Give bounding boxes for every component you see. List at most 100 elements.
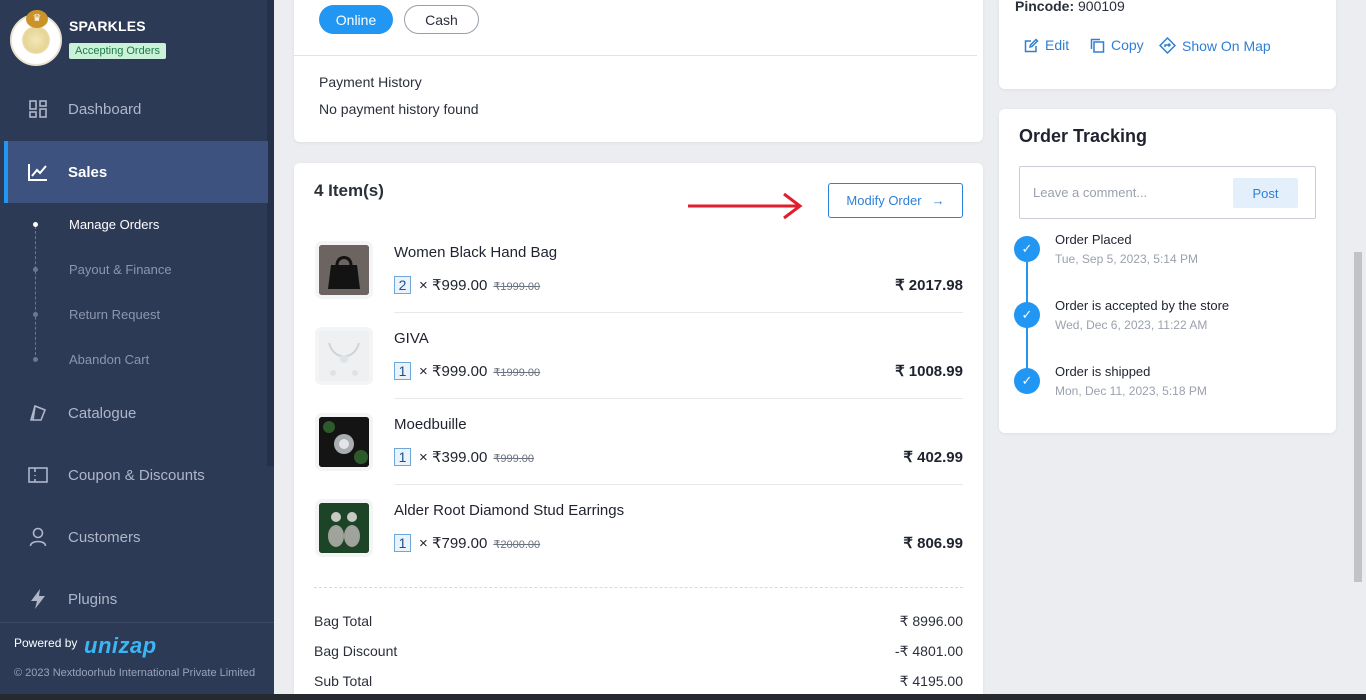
edit-icon [1024, 37, 1039, 52]
item-divider [394, 398, 963, 399]
nav-catalogue[interactable]: Catalogue [4, 382, 268, 444]
item-mrp: ₹999.00 [493, 453, 535, 465]
tracking-event-title: Order is accepted by the store [1055, 298, 1230, 313]
payment-card [294, 0, 983, 142]
post-comment-button[interactable]: Post [1233, 178, 1298, 208]
copy-address-button[interactable]: Copy [1090, 37, 1144, 53]
bag-discount-value: -₹ 4801.00 [894, 643, 963, 659]
item-price-row: × ₹999.00 ₹1999.00 [419, 363, 541, 380]
comment-input[interactable]: Leave a comment... [1033, 185, 1147, 200]
chart-line-icon [28, 162, 48, 182]
submenu-dot [33, 357, 38, 362]
tracking-event-time: Tue, Sep 5, 2023, 5:14 PM [1055, 252, 1198, 266]
summary-divider [314, 587, 963, 588]
nav-label: Sales [68, 163, 108, 181]
subnav-return-request[interactable]: Return Request [69, 307, 160, 322]
check-icon: ✓ [1014, 302, 1040, 328]
payment-method-online[interactable]: Online [319, 5, 393, 34]
item-image-giva[interactable] [319, 331, 369, 381]
submenu-dot [33, 222, 38, 227]
tracking-event-title: Order Placed [1055, 232, 1132, 247]
bolt-icon [28, 589, 48, 609]
item-image-handbag[interactable] [319, 245, 369, 295]
nav-coupons[interactable]: Coupon & Discounts [4, 444, 268, 506]
store-brand: ♛ SPARKLES Accepting Orders [10, 10, 270, 70]
order-tracking-title: Order Tracking [1019, 126, 1148, 146]
user-icon [28, 527, 48, 547]
check-icon: ✓ [1014, 368, 1040, 394]
show-on-map-label: Show On Map [1182, 37, 1271, 54]
nav-dashboard[interactable]: Dashboard [4, 78, 268, 140]
item-qty: 1 [394, 362, 411, 380]
item-price-row: × ₹399.00 ₹999.00 [419, 449, 535, 466]
bag-total-label: Bag Total [314, 613, 373, 629]
sidebar: ♛ SPARKLES Accepting Orders Dashboard Sa… [0, 0, 274, 700]
tracking-event-time: Mon, Dec 11, 2023, 5:18 PM [1055, 384, 1207, 398]
item-name: Women Black Hand Bag [394, 244, 558, 261]
copyright-text: © 2023 Nextdoorhub International Private… [14, 667, 256, 679]
item-price: ₹999.00 [431, 363, 488, 380]
item-divider [394, 312, 963, 313]
item-image-moedbuille[interactable] [319, 417, 369, 467]
item-total: ₹ 806.99 [903, 535, 963, 552]
subnav-manage-orders[interactable]: Manage Orders [69, 217, 159, 232]
window-bottom-edge [0, 694, 1366, 700]
item-mrp: ₹2000.00 [493, 539, 541, 551]
item-qty: 2 [394, 276, 411, 294]
item-price-row: × ₹799.00 ₹2000.00 [419, 535, 541, 552]
sub-total-label: Sub Total [314, 673, 373, 689]
item-price: ₹399.00 [431, 449, 488, 466]
item-total: ₹ 402.99 [903, 449, 963, 466]
modify-order-button[interactable]: Modify Order → [828, 183, 963, 218]
item-name: Moedbuille [394, 416, 467, 433]
coupon-icon [28, 465, 48, 485]
item-mrp: ₹1999.00 [493, 367, 541, 379]
dashboard-icon [28, 99, 48, 119]
subnav-abandon-cart[interactable]: Abandon Cart [69, 352, 149, 367]
tracking-event-time: Wed, Dec 6, 2023, 11:22 AM [1055, 318, 1208, 332]
powered-by-text: Powered by [14, 636, 78, 650]
item-qty: 1 [394, 448, 411, 466]
item-name: GIVA [394, 330, 429, 347]
submenu-connector [35, 226, 36, 360]
copy-icon [1090, 38, 1105, 53]
store-status-badge: Accepting Orders [69, 43, 166, 59]
payment-method-cash[interactable]: Cash [404, 5, 479, 34]
page-scrollbar-thumb[interactable] [1354, 252, 1362, 582]
nav-label: Dashboard [68, 100, 142, 118]
items-count-title: 4 Item(s) [314, 181, 384, 200]
modify-order-label: Modify Order [846, 193, 922, 208]
item-name: Alder Root Diamond Stud Earrings [394, 502, 625, 519]
pincode-label: Pincode: [1015, 0, 1075, 14]
pincode-value: 900109 [1078, 0, 1125, 14]
annotation-arrow [688, 192, 803, 220]
nav-customers[interactable]: Customers [4, 506, 268, 568]
pincode: Pincode: 900109 [1015, 0, 1125, 14]
item-total: ₹ 2017.98 [895, 277, 963, 294]
nav-sales[interactable]: Sales [4, 141, 268, 203]
bag-total-value: ₹ 8996.00 [899, 613, 963, 629]
nav-label: Customers [68, 528, 141, 546]
item-image-earrings[interactable] [319, 503, 369, 553]
nav-label: Catalogue [68, 404, 137, 422]
map-directions-icon [1159, 37, 1176, 54]
store-name: SPARKLES [69, 18, 146, 34]
tag-icon [28, 403, 48, 423]
divider [294, 55, 977, 56]
item-price: ₹999.00 [431, 277, 488, 294]
unizap-logo: unizap [84, 633, 157, 658]
payment-history-title: Payment History [319, 74, 422, 90]
show-on-map-button[interactable]: Show On Map [1159, 37, 1271, 54]
comment-box: Leave a comment... Post [1019, 166, 1316, 219]
sidebar-footer: Powered by unizap © 2023 Nextdoorhub Int… [0, 622, 274, 700]
edit-label: Edit [1045, 37, 1070, 53]
check-icon: ✓ [1014, 236, 1040, 262]
item-total: ₹ 1008.99 [895, 363, 963, 380]
edit-address-button[interactable]: Edit [1024, 37, 1069, 53]
submenu-dot [33, 312, 38, 317]
item-price: ₹799.00 [431, 535, 488, 552]
crown-icon: ♛ [26, 10, 48, 28]
tracking-event-title: Order is shipped [1055, 364, 1151, 379]
subnav-payout-finance[interactable]: Payout & Finance [69, 262, 172, 277]
nav-plugins[interactable]: Plugins [4, 568, 268, 630]
